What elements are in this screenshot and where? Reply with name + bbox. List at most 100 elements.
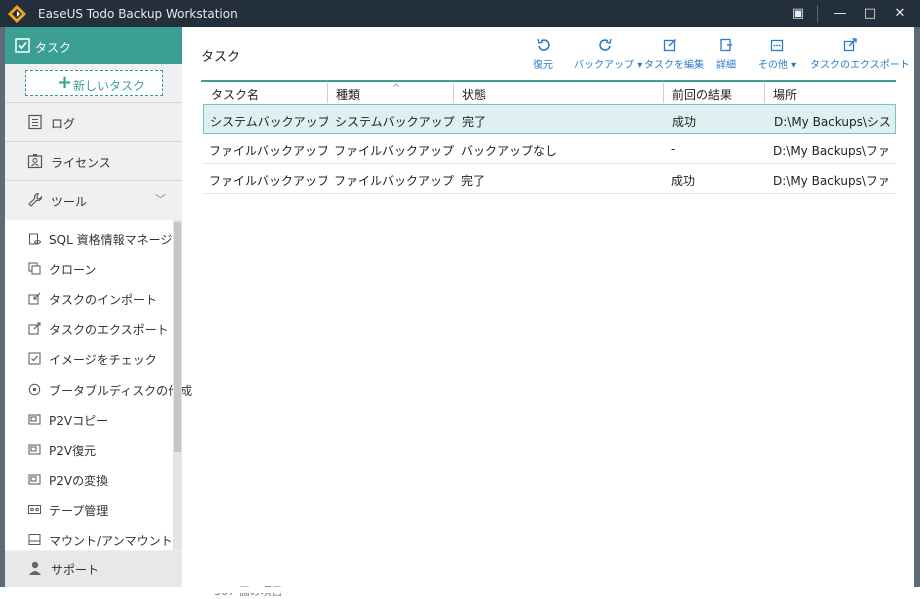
table-row[interactable]: ファイルバックアップ(1) ファイルバックアップバックアップなし - D:\My Ba…	[203, 134, 896, 164]
sidebar-item-license[interactable]: ライセンス	[5, 142, 182, 180]
new-task-label: 新しいタスク	[73, 79, 146, 93]
support-person-icon	[29, 561, 41, 575]
task-checkbox-icon	[15, 38, 30, 53]
mount-icon	[28, 534, 41, 545]
table-cell-location: D:\My Backups\ファイル...	[773, 174, 891, 188]
sidebar-tool-item[interactable]: P2Vの変換	[5, 465, 173, 495]
column-header-type[interactable]: 種類 ^	[328, 83, 453, 103]
dropdown-arrow-icon: ▾	[791, 60, 797, 71]
sidebar-tool-item[interactable]: ブータブルディスクの作成	[5, 375, 192, 405]
import-icon	[28, 292, 41, 305]
sidebar-item-label: ツール	[51, 195, 88, 209]
table-cell-location: D:\My Backups\システ...	[774, 115, 892, 129]
clone-icon	[28, 262, 41, 275]
license-icon	[27, 154, 43, 169]
sidebar-tool-label: イメージをチェック	[49, 353, 157, 368]
table-cell-name: ファイルバックアップ	[209, 174, 327, 188]
details-button[interactable]: 詳細	[710, 38, 742, 72]
sidebar-tool-item[interactable]: クローン	[5, 254, 173, 284]
p2v-convert-icon	[28, 474, 41, 485]
sidebar-tool-label: P2Vコピー	[49, 413, 109, 428]
toolbar-divider	[201, 80, 896, 82]
sidebar-tool-item[interactable]: イメージをチェック	[5, 344, 173, 374]
sidebar-tool-label: P2Vの変換	[49, 473, 109, 488]
edit-task-icon	[663, 39, 676, 52]
bootable-disk-icon	[28, 383, 41, 395]
table-cell-status: 完了	[461, 174, 486, 188]
more-icon	[770, 39, 784, 52]
column-header-last-result[interactable]: 前回の結果	[664, 83, 764, 103]
backup-icon	[599, 38, 612, 51]
toolbar-button-label: その他 ▾	[757, 60, 797, 71]
sidebar-tool-item[interactable]: タスクのインポート	[5, 284, 173, 314]
sql-credentials-icon	[29, 233, 41, 245]
table-cell-name: ファイルバックアップ(1)	[209, 144, 327, 158]
title-bar: EaseUS Todo Backup Workstation ▣ — □ ✕	[0, 0, 920, 27]
column-header-location[interactable]: 場所	[765, 83, 896, 103]
title-separator	[817, 5, 818, 23]
sidebar-tool-label: マウント/アンマウント	[49, 534, 173, 548]
table-cell-type: ファイルバックアップ	[334, 144, 454, 158]
table-cell-result: 成功	[671, 174, 696, 188]
export-icon	[28, 322, 41, 335]
wrench-icon	[28, 192, 43, 207]
p2v-restore-icon	[28, 444, 41, 455]
table-cell-result: -	[671, 142, 676, 156]
sidebar-item-support[interactable]: サポート	[5, 551, 182, 587]
check-image-icon	[28, 352, 41, 365]
sidebar-tool-label: ブータブルディスクの作成	[49, 383, 193, 398]
backup-button[interactable]: バックアップ ▾	[574, 38, 643, 72]
toolbar-button-label: タスクを編集	[644, 60, 704, 71]
sidebar-item-task-label: タスク	[35, 41, 72, 55]
close-button[interactable]: ✕	[888, 4, 912, 24]
table-cell-type: システムバックアップ	[335, 115, 455, 129]
table-row[interactable]: ファイルバックアップ ファイルバックアップ 完了 成功 D:\My Backups\ファ…	[203, 164, 896, 194]
p2v-copy-icon	[28, 414, 41, 425]
log-icon	[28, 114, 42, 130]
sort-ascending-icon: ^	[392, 83, 401, 94]
table-row[interactable]: システムバックアップ システムバックアップ 完了 成功 D:\My Backups\シス…	[203, 104, 896, 134]
export-task-button[interactable]: タスクのエクスポート	[810, 38, 910, 72]
sidebar-tool-item[interactable]: P2Vコピー	[5, 405, 173, 435]
dropdown-arrow-icon: ▾	[637, 60, 643, 71]
chevron-down-icon[interactable]: ﹀	[155, 191, 166, 207]
table-cell-name: システムバックアップ	[210, 115, 328, 129]
sidebar-tool-label: SQL 資格情報マネージャ	[49, 233, 184, 247]
minimize-button[interactable]: —	[828, 4, 852, 24]
sidebar-scrollbar-thumb[interactable]	[174, 222, 181, 452]
sidebar-tool-item[interactable]: タスクのエクスポート	[5, 314, 173, 344]
toolbar-button-label: 詳細	[716, 60, 736, 71]
restore-button[interactable]: 復元	[524, 38, 562, 72]
sidebar-tool-item[interactable]: テープ管理	[5, 495, 173, 525]
sidebar-tool-item[interactable]: SQL 資格情報マネージャ	[5, 224, 184, 254]
details-icon	[720, 38, 732, 52]
window-menu-button[interactable]: ▣	[786, 4, 810, 24]
window-frame-right	[914, 27, 920, 587]
column-header-status[interactable]: 状態	[454, 83, 663, 103]
toolbar-button-label: 復元	[533, 60, 553, 71]
toolbar-button-label: バックアップ ▾	[574, 60, 643, 71]
app-logo-icon	[8, 5, 26, 23]
sidebar-item-label: ライセンス	[51, 156, 111, 170]
plus-icon: +	[57, 72, 73, 93]
sidebar-item-tools[interactable]: ツール ﹀	[5, 181, 182, 219]
maximize-button[interactable]: □	[858, 4, 882, 24]
column-header-name[interactable]: タスク名	[203, 83, 327, 103]
toolbar-button-label: タスクのエクスポート	[810, 60, 910, 71]
sidebar-tool-item[interactable]: P2V復元	[5, 435, 173, 465]
restore-icon	[537, 38, 550, 51]
tape-icon	[28, 504, 41, 514]
sidebar-item-label: ログ	[51, 117, 76, 131]
new-task-button[interactable]: + 新しいタスク	[25, 70, 163, 96]
window-frame-bottom	[0, 587, 920, 593]
sidebar-tool-label: P2V復元	[49, 443, 97, 458]
sidebar-tool-label: テープ管理	[49, 503, 109, 518]
edit-task-button[interactable]: タスクを編集	[644, 38, 704, 72]
page-title: タスク	[201, 50, 241, 65]
table-cell-result: 成功	[672, 115, 697, 129]
table-cell-location: D:\My Backups\ファイル...	[773, 144, 891, 158]
sidebar-item-task[interactable]: タスク	[5, 27, 182, 64]
more-button[interactable]: その他 ▾	[754, 38, 800, 72]
sidebar-tool-label: タスクのインポート	[49, 293, 158, 308]
sidebar-item-log[interactable]: ログ	[5, 103, 182, 141]
